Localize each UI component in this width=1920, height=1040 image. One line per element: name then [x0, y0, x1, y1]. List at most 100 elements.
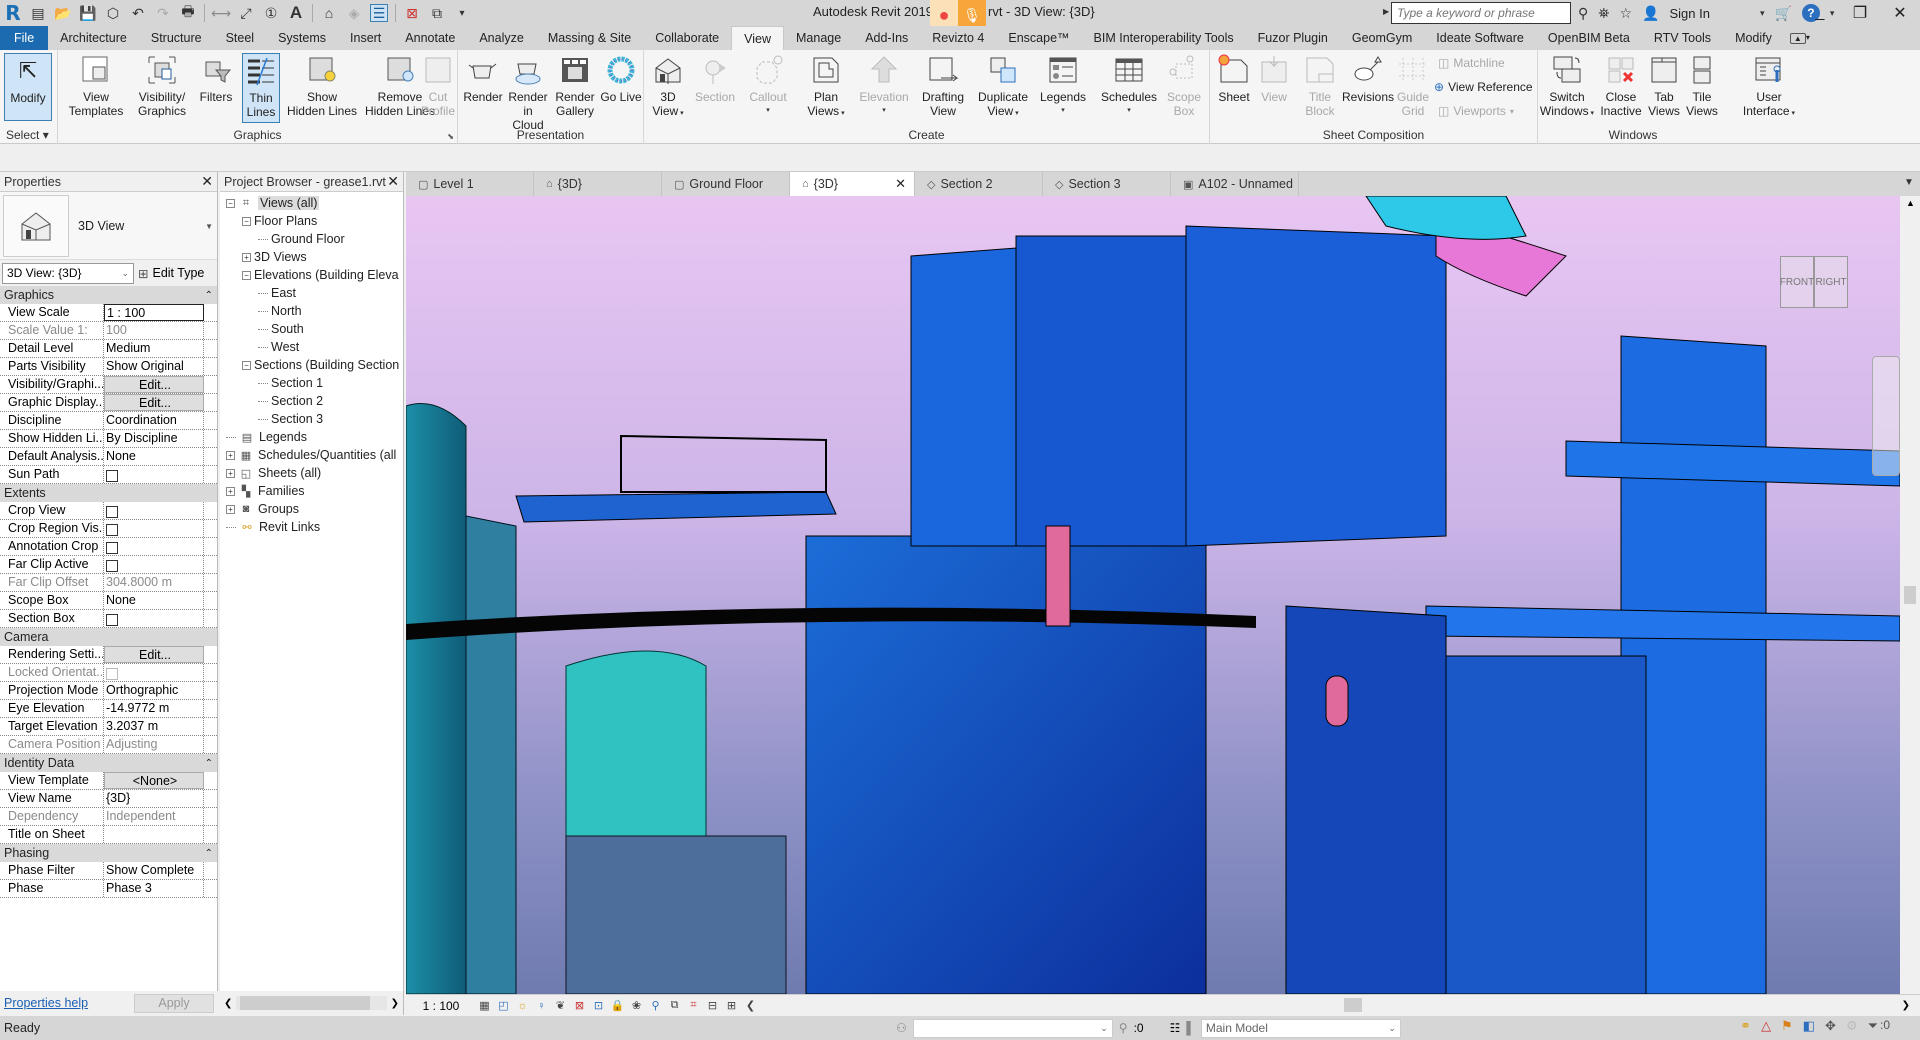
cut-profile-button[interactable]: Cut Profile	[418, 53, 458, 118]
view-tab[interactable]: ▣ A102 - Unnamed	[1171, 172, 1299, 196]
legends-button[interactable]: Legends ▾	[1038, 53, 1088, 118]
property-value[interactable]: Coordination	[104, 412, 204, 429]
restore-icon[interactable]: ❐	[1840, 0, 1880, 26]
print-icon[interactable]: 🖶	[179, 3, 197, 22]
ribbon-minimize-toggle[interactable]: ▲ ▾	[1784, 26, 1816, 50]
show-analytical-model-icon[interactable]: ⌗	[685, 998, 702, 1014]
tab-views-button[interactable]: Tab Views	[1646, 53, 1682, 118]
collapse-icon[interactable]: ⌃	[205, 290, 213, 301]
ribbon-tab-collaborate[interactable]: Collaborate	[643, 26, 731, 50]
scroll-left-icon[interactable]: ❮	[224, 998, 232, 1009]
recent-files-icon[interactable]: ▤	[29, 4, 47, 22]
property-value[interactable]: <None>	[104, 772, 204, 789]
text-icon[interactable]: A	[287, 3, 305, 22]
select-group-title[interactable]: Select ▾	[0, 128, 57, 142]
reveal-constraints-icon[interactable]: ⊞	[723, 998, 740, 1014]
ribbon-tab-steel[interactable]: Steel	[214, 26, 267, 50]
property-value[interactable]: Edit...	[104, 376, 204, 393]
ribbon-tab-analyze[interactable]: Analyze	[467, 26, 535, 50]
properties-section-extents[interactable]: Extents	[0, 484, 217, 502]
browser-node[interactable]: − Floor Plans	[220, 212, 403, 230]
property-value[interactable]: Phase 3	[104, 880, 204, 897]
sign-in-button[interactable]: Sign In	[1669, 6, 1709, 21]
properties-section-phasing[interactable]: Phasing ⌃	[0, 844, 217, 862]
property-value[interactable]: Edit...	[104, 646, 204, 663]
render-in-cloud-button[interactable]: Render in Cloud	[506, 53, 550, 132]
callout-button[interactable]: Callout ▾	[744, 53, 792, 118]
browser-node[interactable]: + ▦ Schedules/Quantities (all	[220, 446, 403, 464]
switch-windows-icon[interactable]: ⧉	[428, 4, 446, 22]
sync-icon[interactable]: ⬡	[104, 4, 122, 22]
measure-icon[interactable]: ⟷	[211, 4, 231, 22]
property-value[interactable]: -14.9772 m	[104, 700, 204, 717]
select-pinned-icon[interactable]: ⚑	[1781, 1018, 1793, 1034]
visibility-graphics-button[interactable]: Visibility/ Graphics	[132, 53, 192, 118]
close-window-icon[interactable]: ✕	[1880, 0, 1920, 26]
reveal-hidden-icon[interactable]: ⚲	[647, 998, 664, 1014]
browser-node[interactable]: Section 2	[220, 392, 403, 410]
sign-in-dropdown-icon[interactable]: ▾	[1760, 8, 1765, 19]
shadows-icon[interactable]: ♀	[533, 998, 550, 1014]
section-button[interactable]: Section	[692, 53, 738, 104]
title-block-button[interactable]: Title Block	[1300, 53, 1340, 118]
view-tab[interactable]: ◇ Section 2	[915, 172, 1043, 196]
ribbon-tab-add-ins[interactable]: Add-Ins	[853, 26, 920, 50]
place-view-button[interactable]: View	[1256, 53, 1292, 104]
aligned-dimension-icon[interactable]: ⤢	[237, 4, 255, 22]
ribbon-tab-modify[interactable]: Modify	[1723, 26, 1784, 50]
view-templates-button[interactable]: View Templates	[66, 53, 126, 118]
favorites-star-icon[interactable]: ☆	[1619, 5, 1632, 22]
property-value[interactable]: By Discipline	[104, 430, 204, 447]
filters-button[interactable]: Filters	[196, 53, 236, 104]
select-by-face-icon[interactable]: ◧	[1803, 1018, 1815, 1034]
rendering-dialog-icon[interactable]: ❦	[552, 998, 569, 1014]
go-live-button[interactable]: Go Live	[600, 53, 642, 104]
lock-3d-view-icon[interactable]: 🔒	[609, 998, 626, 1014]
scroll-up-icon[interactable]: ▲	[1906, 198, 1915, 208]
tag-icon[interactable]: ①	[262, 4, 280, 22]
browser-hscroll-track[interactable]	[236, 996, 387, 1010]
ribbon-tab-manage[interactable]: Manage	[784, 26, 853, 50]
3d-view-canvas[interactable]: FRONT RIGHT	[406, 196, 1900, 994]
viewcube-right[interactable]: RIGHT	[1814, 256, 1848, 308]
select-links-icon[interactable]: ⚭	[1740, 1018, 1751, 1034]
thin-lines-button[interactable]: Thin Lines	[242, 53, 280, 123]
search-expand-icon[interactable]: ▶	[1383, 7, 1389, 16]
properties-section-graphics[interactable]: Graphics ⌃	[0, 286, 217, 304]
browser-node[interactable]: +3D Views	[220, 248, 403, 266]
properties-section-camera[interactable]: Camera	[0, 628, 217, 646]
property-checkbox[interactable]	[106, 505, 118, 518]
property-value[interactable]: None	[104, 448, 204, 465]
ribbon-tab-fuzor-plugin[interactable]: Fuzor Plugin	[1246, 26, 1340, 50]
matchline-button[interactable]: ◫ Matchline	[1438, 56, 1505, 70]
workset-select[interactable]: ⌄	[912, 1018, 1113, 1038]
filter-icon[interactable]: ⏷	[1868, 1018, 1878, 1034]
browser-node[interactable]: ▤ Legends	[220, 428, 403, 446]
type-dropdown-icon[interactable]: ▼	[205, 222, 213, 231]
thin-lines-icon[interactable]: ☰	[370, 4, 388, 22]
customize-qat-icon[interactable]: ▾	[453, 4, 471, 22]
ribbon-tab-geomgym[interactable]: GeomGym	[1340, 26, 1424, 50]
ribbon-tab-enscape-[interactable]: Enscape™	[996, 26, 1081, 50]
3d-view-button[interactable]: 3D View ▾	[650, 53, 686, 121]
user-icon[interactable]: 👤	[1642, 5, 1659, 22]
ribbon-tab-structure[interactable]: Structure	[139, 26, 214, 50]
view-tab[interactable]: ▢ Level 1	[406, 172, 534, 196]
view-tab[interactable]: ▢ Ground Floor	[662, 172, 790, 196]
tile-views-button[interactable]: Tile Views	[1684, 53, 1720, 118]
property-checkbox[interactable]	[106, 613, 118, 626]
crop-view-icon[interactable]: ⊠	[571, 998, 588, 1014]
redo-icon[interactable]: ↷	[154, 4, 172, 22]
close-hidden-windows-icon[interactable]: ⊠	[403, 4, 421, 22]
infocenter-search-input[interactable]	[1391, 2, 1571, 24]
property-value[interactable]: Show Original	[104, 358, 204, 375]
ribbon-tab-annotate[interactable]: Annotate	[393, 26, 467, 50]
property-value[interactable]: {3D}	[104, 790, 204, 807]
property-checkbox[interactable]	[106, 559, 118, 572]
properties-help-link[interactable]: Properties help	[4, 996, 88, 1010]
browser-node[interactable]: − ⌗ Views (all)	[220, 194, 403, 212]
ribbon-tab-revizto-4[interactable]: Revizto 4	[920, 26, 996, 50]
ribbon-tab-insert[interactable]: Insert	[338, 26, 393, 50]
close-tab-icon[interactable]: ✕	[895, 176, 906, 192]
elevation-button[interactable]: Elevation ▾	[858, 53, 910, 118]
